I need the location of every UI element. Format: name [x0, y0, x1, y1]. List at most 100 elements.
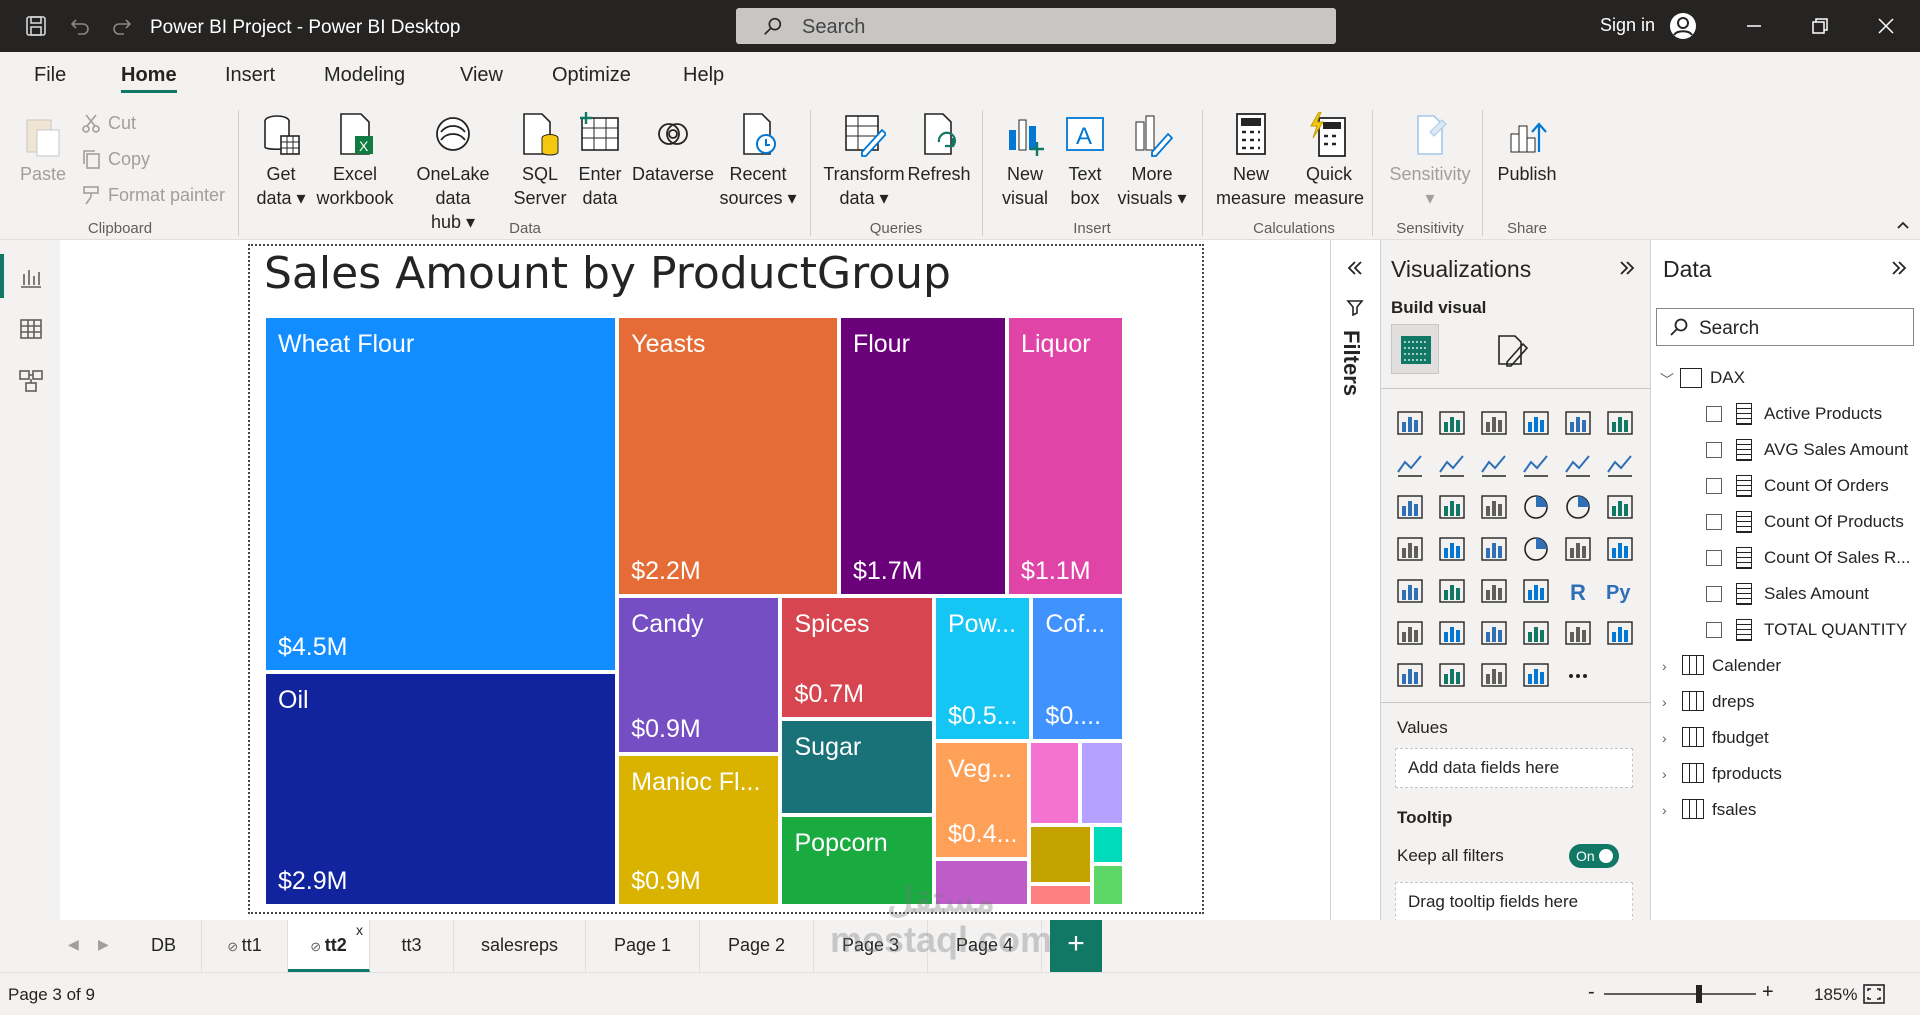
- build-visual-tab[interactable]: [1391, 324, 1439, 374]
- treemap-tile[interactable]: [1028, 741, 1081, 825]
- chevron-right-icon[interactable]: ›: [1662, 802, 1667, 818]
- field-checkbox[interactable]: [1706, 550, 1722, 566]
- waterfall-chart-icon[interactable]: [1395, 492, 1425, 522]
- text-box-button[interactable]: A Text box: [1058, 112, 1112, 210]
- field-checkbox[interactable]: [1706, 406, 1722, 422]
- page-tab-page-2[interactable]: Page 2: [700, 920, 814, 972]
- close-icon[interactable]: [1874, 14, 1898, 38]
- dataverse-button[interactable]: Dataverse: [632, 112, 714, 186]
- python-visual-icon[interactable]: Py: [1605, 576, 1635, 606]
- field-checkbox[interactable]: [1706, 514, 1722, 530]
- model-view-icon[interactable]: [18, 368, 44, 394]
- zoom-in-button[interactable]: +: [1762, 981, 1774, 1004]
- redo-icon[interactable]: [110, 14, 134, 38]
- fit-to-page-icon[interactable]: [1862, 983, 1886, 1005]
- treemap-tile[interactable]: Manioc Fl... $0.9M: [617, 753, 781, 906]
- transform-data-button[interactable]: Transform data ▾: [822, 112, 906, 210]
- treemap-tile[interactable]: Oil $2.9M: [264, 672, 618, 906]
- close-page-icon[interactable]: x: [356, 922, 363, 938]
- stacked-column-chart-icon[interactable]: [1437, 408, 1467, 438]
- clustered-column-chart-icon[interactable]: [1521, 408, 1551, 438]
- table-view-icon[interactable]: [18, 316, 44, 342]
- treemap-tile[interactable]: [1028, 824, 1093, 884]
- power-apps-icon[interactable]: [1395, 660, 1425, 690]
- azure-map-icon[interactable]: [1479, 534, 1509, 564]
- onelake-data-hub-button[interactable]: OneLake data hub ▾: [398, 112, 508, 234]
- report-canvas[interactable]: Sales Amount by ProductGroup Wheat Flour…: [60, 240, 1330, 920]
- account-icon[interactable]: [1668, 11, 1698, 41]
- table-item[interactable]: fproducts: [1712, 764, 1782, 784]
- chevron-right-icon[interactable]: ›: [1662, 766, 1667, 782]
- undo-icon[interactable]: [68, 14, 92, 38]
- sensitivity-button[interactable]: Sensitivity ▾: [1384, 112, 1476, 210]
- tab-file[interactable]: File: [34, 64, 66, 87]
- slicer-icon[interactable]: [1437, 576, 1467, 606]
- publish-button[interactable]: Publish: [1494, 112, 1560, 186]
- tab-modeling[interactable]: Modeling: [324, 64, 405, 87]
- search-input[interactable]: Search: [736, 8, 1336, 44]
- narrative-icon[interactable]: [1521, 618, 1551, 648]
- measure-item[interactable]: TOTAL QUANTITY: [1764, 620, 1907, 640]
- collapse-data-pane-icon[interactable]: [1889, 258, 1909, 278]
- excel-workbook-button[interactable]: X Excel workbook: [314, 112, 396, 210]
- pie-chart-icon[interactable]: [1521, 492, 1551, 522]
- quick-measure-button[interactable]: Quick measure: [1288, 112, 1370, 210]
- collapse-ribbon-icon[interactable]: [1896, 218, 1910, 232]
- format-visual-icon[interactable]: [1493, 332, 1529, 368]
- table-item[interactable]: fsales: [1712, 800, 1756, 820]
- qa-visual-icon[interactable]: [1479, 618, 1509, 648]
- arrow-visual-icon[interactable]: [1521, 660, 1551, 690]
- table-item[interactable]: fbudget: [1712, 728, 1769, 748]
- values-drop-zone[interactable]: Add data fields here: [1395, 748, 1633, 788]
- zoom-slider-track[interactable]: [1604, 993, 1756, 995]
- field-checkbox[interactable]: [1706, 442, 1722, 458]
- cut-button[interactable]: Cut: [80, 112, 136, 134]
- measure-item[interactable]: Count Of Products: [1764, 512, 1904, 532]
- treemap-tile[interactable]: Cof... $0....: [1031, 596, 1124, 742]
- zoom-slider-thumb[interactable]: [1696, 985, 1702, 1003]
- scroll-right-icon[interactable]: ▶: [98, 936, 109, 953]
- goals-icon[interactable]: [1563, 618, 1593, 648]
- refresh-button[interactable]: Refresh: [906, 112, 972, 186]
- table-item[interactable]: Calender: [1712, 656, 1781, 676]
- page-tab-salesreps[interactable]: salesreps: [454, 920, 586, 972]
- tab-optimize[interactable]: Optimize: [552, 64, 631, 87]
- matrix-icon[interactable]: [1521, 576, 1551, 606]
- page-tab-tt3[interactable]: tt3: [370, 920, 454, 972]
- scroll-left-icon[interactable]: ◀: [68, 936, 79, 953]
- keep-filters-toggle[interactable]: On: [1569, 844, 1619, 868]
- measure-item[interactable]: AVG Sales Amount: [1764, 440, 1908, 460]
- area-chart-icon[interactable]: [1437, 450, 1467, 480]
- expand-filters-icon[interactable]: [1345, 258, 1365, 278]
- donut-chart-icon[interactable]: [1563, 492, 1593, 522]
- tab-view[interactable]: View: [460, 64, 503, 87]
- key-influencers-icon[interactable]: [1395, 618, 1425, 648]
- stacked-bar-chart-icon[interactable]: [1395, 408, 1425, 438]
- get-data-button[interactable]: Get data ▾: [252, 112, 310, 210]
- line-column-chart-icon[interactable]: [1521, 450, 1551, 480]
- field-checkbox[interactable]: [1706, 622, 1722, 638]
- zoom-out-button[interactable]: -: [1588, 981, 1595, 1004]
- new-visual-button[interactable]: New visual: [996, 112, 1054, 210]
- gauge-icon[interactable]: [1521, 534, 1551, 564]
- data-search-input[interactable]: Search: [1656, 308, 1914, 346]
- treemap-tile[interactable]: Pow... $0.5...: [933, 596, 1032, 742]
- format-painter-button[interactable]: Format painter: [80, 184, 225, 206]
- 100-bar-chart-icon[interactable]: [1563, 408, 1593, 438]
- new-measure-button[interactable]: New measure: [1214, 112, 1288, 210]
- treemap-tile[interactable]: Spices $0.7M: [780, 596, 934, 720]
- collapse-pane-icon[interactable]: [1617, 258, 1637, 278]
- treemap-tile[interactable]: [1092, 824, 1124, 865]
- copy-button[interactable]: Copy: [80, 148, 150, 170]
- field-checkbox[interactable]: [1706, 478, 1722, 494]
- page-tab-db[interactable]: DB: [126, 920, 202, 972]
- measure-item[interactable]: Sales Amount: [1764, 584, 1869, 604]
- funnel-chart-icon[interactable]: [1437, 492, 1467, 522]
- chevron-right-icon[interactable]: ›: [1662, 694, 1667, 710]
- tab-home[interactable]: Home: [121, 64, 177, 93]
- treemap-tile[interactable]: Liquor $1.1M: [1007, 316, 1124, 597]
- map-icon[interactable]: [1395, 534, 1425, 564]
- sql-server-button[interactable]: SQL Server: [512, 112, 568, 210]
- paste-button[interactable]: Paste: [18, 112, 68, 186]
- multi-row-card-icon[interactable]: [1605, 534, 1635, 564]
